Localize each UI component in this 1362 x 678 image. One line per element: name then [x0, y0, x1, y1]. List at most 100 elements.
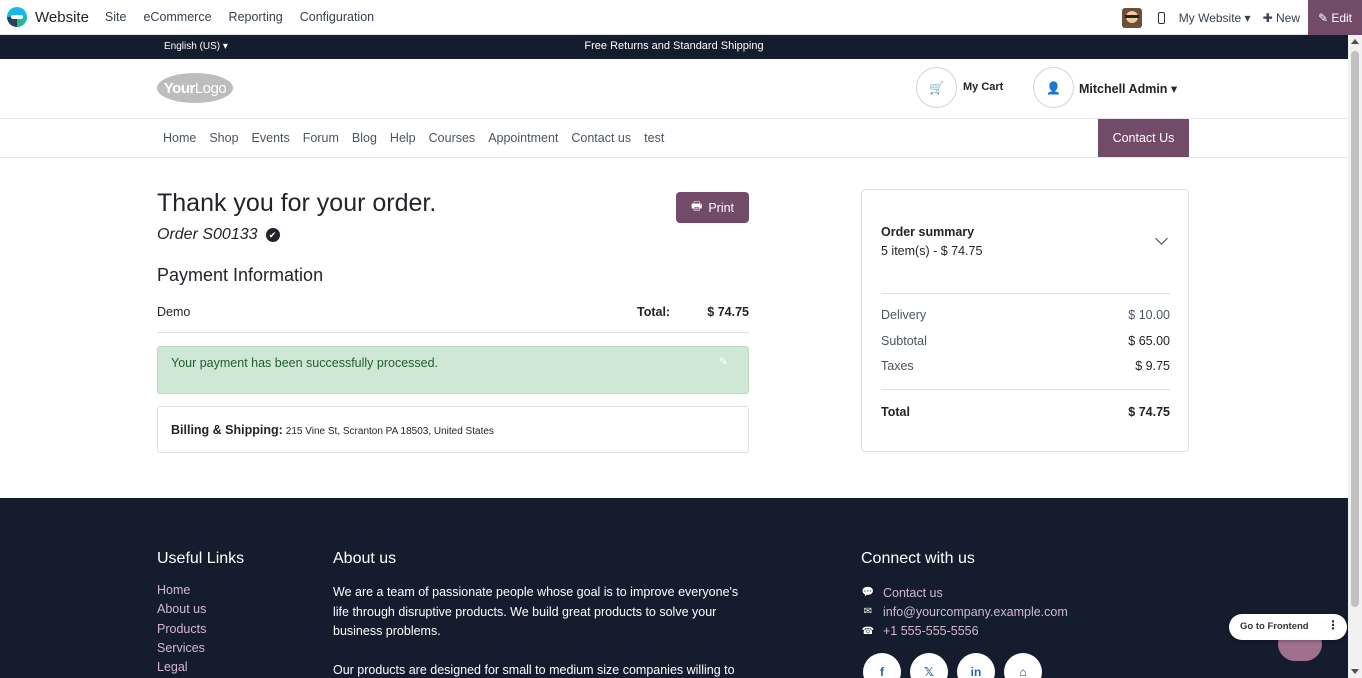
total-value: $ 74.75: [1128, 405, 1170, 419]
phone-icon: ☎: [861, 625, 875, 637]
order-summary-subtitle: 5 item(s) - $ 74.75: [881, 244, 983, 258]
delivery-value: $ 10.00: [1128, 308, 1170, 322]
top-menu: Site eCommerce Reporting Configuration: [105, 10, 391, 24]
scroll-down-arrow-icon[interactable]: [1351, 669, 1359, 674]
total-label: Total: [881, 405, 910, 419]
top-bar-actions: My Website ▾ ✚ New ✎ Edit: [1121, 0, 1362, 35]
connect-email[interactable]: ✉ info@yourcompany.example.com: [861, 602, 1068, 621]
menu-reporting[interactable]: Reporting: [229, 10, 283, 24]
connect-contact[interactable]: 💬 Contact us: [861, 583, 1068, 602]
envelope-icon: ✉: [863, 606, 873, 618]
billing-label-text: Billing & Shipping:: [171, 423, 283, 437]
user-avatar-icon[interactable]: [1121, 7, 1142, 28]
x-twitter-icon[interactable]: 𝕏: [910, 653, 948, 678]
billing-shipping-box: Billing & Shipping: 215 Vine St, Scranton…: [157, 406, 749, 453]
cart-icon[interactable]: 🛒: [916, 67, 957, 108]
divider: [881, 293, 1170, 294]
about-title: About us: [333, 550, 397, 567]
connect-phone-text: +1 555-555-5556: [883, 624, 979, 639]
site-footer: Useful Links Home About us Products Serv…: [0, 498, 1348, 678]
website-app-icon[interactable]: [7, 7, 27, 27]
more-options-icon[interactable]: ⋮: [1327, 618, 1339, 632]
footer-link-legal[interactable]: Legal: [157, 660, 206, 678]
linkedin-icon[interactable]: in: [957, 653, 995, 678]
facebook-icon[interactable]: f: [863, 653, 901, 678]
app-name[interactable]: Website: [35, 9, 89, 26]
new-button[interactable]: ✚ New: [1263, 11, 1300, 25]
comment-icon: 💬: [861, 587, 875, 599]
odoo-top-bar: Website Site eCommerce Reporting Configu…: [0, 0, 1362, 35]
scroll-up-arrow-icon[interactable]: [1351, 39, 1359, 44]
menu-site[interactable]: Site: [105, 10, 127, 24]
edit-button[interactable]: ✎ Edit: [1308, 0, 1362, 35]
user-menu[interactable]: Mitchell Admin ▾: [1079, 81, 1177, 96]
announcement-bar: English (US) ▾ Free Returns and Standard…: [0, 35, 1348, 59]
scrollbar-thumb[interactable]: [1351, 51, 1359, 607]
go-to-frontend-label: Go to Frontend: [1240, 621, 1309, 632]
billing-address: 215 Vine St, Scranton PA 18503, United S…: [285, 426, 494, 437]
subtotal-value: $ 65.00: [1128, 334, 1170, 348]
subtotal-label: Subtotal: [881, 334, 927, 348]
footer-link-home[interactable]: Home: [157, 583, 206, 602]
contact-us-button[interactable]: Contact Us: [1098, 119, 1189, 157]
nav-shop[interactable]: Shop: [203, 131, 244, 145]
mobile-preview-icon[interactable]: [1157, 11, 1165, 24]
payment-information-title: Payment Information: [157, 265, 324, 285]
footer-link-about[interactable]: About us: [157, 602, 206, 621]
print-button[interactable]: 🖶 Print: [676, 192, 749, 223]
home-icon[interactable]: ⌂: [1004, 653, 1042, 678]
logo-text-logo: Logo: [194, 79, 227, 97]
connect-phone[interactable]: ☎ +1 555-555-5556: [861, 622, 1068, 641]
nav-courses[interactable]: Courses: [423, 131, 482, 145]
payment-success-alert: Your payment has been successfully proce…: [157, 346, 749, 394]
payment-total-label: Total:: [637, 305, 671, 319]
pencil-icon[interactable]: ✎: [719, 355, 728, 368]
nav-help[interactable]: Help: [384, 131, 422, 145]
printer-icon: 🖶: [690, 199, 703, 213]
site-header: Your Logo 🛒 My Cart 👤 Mitchell Admin ▾: [0, 59, 1348, 119]
go-to-frontend-button[interactable]: Go to Frontend ⋮: [1229, 614, 1347, 640]
order-number: Order S00133 ✔: [157, 226, 280, 244]
order-summary-card: Order summary 5 item(s) - $ 74.75 Delive…: [861, 189, 1189, 452]
delivery-label: Delivery: [881, 308, 927, 322]
useful-links-title: Useful Links: [157, 550, 245, 567]
announcement-message: Free Returns and Standard Shipping: [584, 40, 764, 52]
print-label: Print: [708, 200, 735, 215]
check-circle-icon: ✔: [265, 228, 280, 242]
payment-method: Demo: [157, 305, 191, 319]
nav-events[interactable]: Events: [246, 131, 296, 145]
order-summary-title: Order summary: [881, 225, 975, 239]
chevron-down-icon[interactable]: [1155, 232, 1168, 245]
social-icons: f 𝕏 in ⌂: [863, 653, 1051, 678]
website-switcher[interactable]: My Website ▾: [1179, 11, 1251, 25]
footer-link-products[interactable]: Products: [157, 622, 206, 641]
user-icon[interactable]: 👤: [1033, 67, 1074, 108]
useful-links-list: Home About us Products Services Legal: [157, 583, 206, 678]
payment-row: Demo Total: $ 74.75: [157, 300, 749, 333]
nav-forum[interactable]: Forum: [297, 131, 345, 145]
nav-appointment[interactable]: Appointment: [482, 131, 564, 145]
connect-email-text: info@yourcompany.example.com: [883, 604, 1068, 619]
billing-label: Billing & Shipping: 215 Vine St, Scranton…: [171, 423, 494, 437]
menu-ecommerce[interactable]: eCommerce: [143, 10, 211, 24]
page-scrollbar[interactable]: [1348, 35, 1362, 678]
connect-title: Connect with us: [861, 550, 975, 567]
nav-test[interactable]: test: [638, 131, 670, 145]
order-number-text: Order S00133: [157, 226, 258, 243]
success-message: Your payment has been successfully proce…: [171, 356, 439, 370]
main-navigation: Home Shop Events Forum Blog Help Courses…: [0, 119, 1348, 158]
logo-text-your: Your: [163, 79, 196, 97]
connect-contact-text: Contact us: [883, 585, 943, 600]
footer-link-services[interactable]: Services: [157, 641, 206, 660]
nav-home[interactable]: Home: [157, 131, 202, 145]
page-title: Thank you for your order.: [157, 189, 437, 217]
company-logo[interactable]: Your Logo: [157, 73, 233, 103]
divider: [881, 389, 1170, 390]
nav-blog[interactable]: Blog: [346, 131, 383, 145]
nav-contact-us[interactable]: Contact us: [565, 131, 637, 145]
cart-label[interactable]: My Cart: [963, 81, 1003, 93]
menu-configuration[interactable]: Configuration: [300, 10, 374, 24]
about-paragraph-1: We are a team of passionate people whose…: [333, 585, 739, 638]
about-paragraph-2: Our products are designed for small to m…: [333, 662, 735, 677]
taxes-label: Taxes: [881, 359, 914, 373]
